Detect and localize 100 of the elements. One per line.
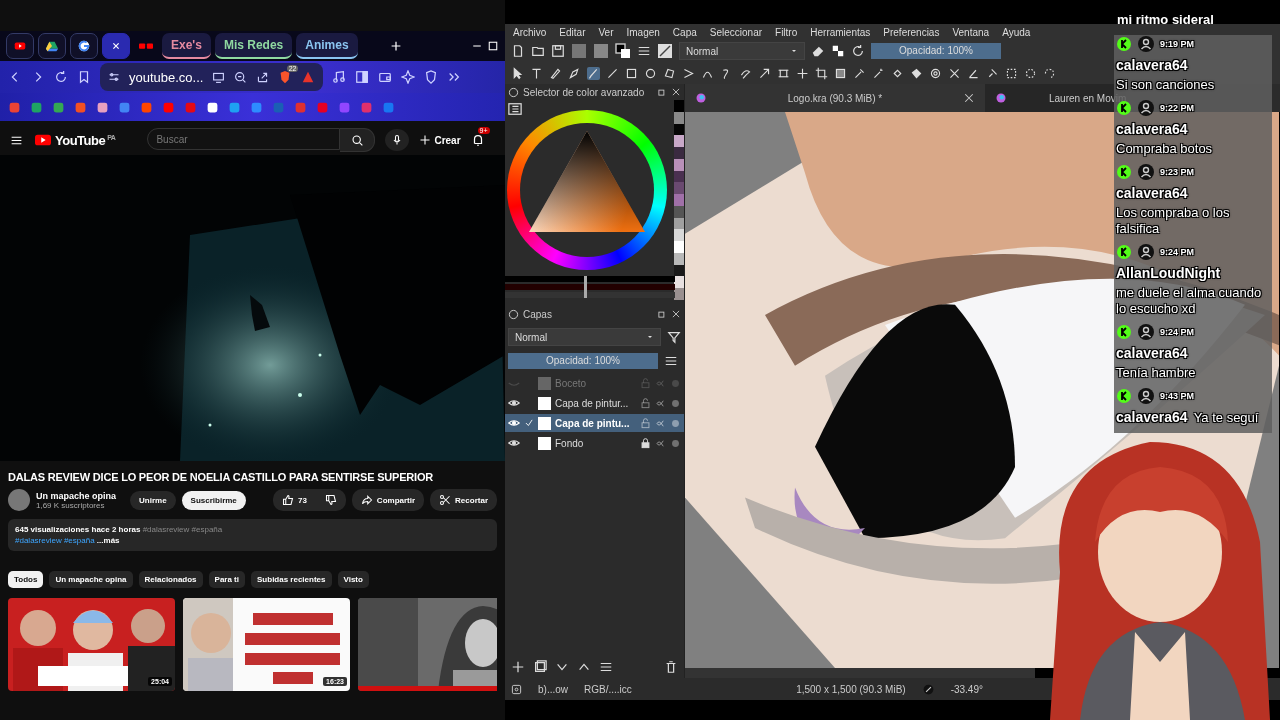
polyline-icon[interactable] <box>682 66 695 80</box>
color-swatch[interactable] <box>674 111 684 124</box>
reload-icon[interactable] <box>851 44 865 58</box>
layer-row[interactable]: Capa de pintur... <box>505 394 684 412</box>
browser-tab[interactable] <box>38 33 66 59</box>
document-tab[interactable]: Logo.kra (90.3 MiB) * <box>685 84 985 112</box>
color-swatch[interactable] <box>674 229 684 242</box>
layer-row[interactable]: Capa de pintu... <box>505 414 684 432</box>
filter-chip[interactable]: Todos <box>8 571 44 588</box>
ellipse-icon[interactable] <box>644 66 657 80</box>
filter-chip[interactable]: Para ti <box>208 571 245 588</box>
arrow-icon[interactable] <box>758 66 771 80</box>
clip-button[interactable]: Recortar <box>430 489 497 511</box>
rectangle-icon[interactable] <box>625 66 638 80</box>
color-swatch[interactable] <box>674 264 684 277</box>
menu-item[interactable]: Herramientas <box>810 26 871 38</box>
overflow-icon[interactable] <box>447 70 462 84</box>
brush-icon[interactable] <box>587 66 600 80</box>
sidebar-icon[interactable] <box>355 70 370 84</box>
list-icon[interactable] <box>508 102 522 116</box>
filter-icon[interactable] <box>667 330 681 344</box>
tab-group[interactable]: Animes <box>296 33 358 59</box>
eyedropper-icon[interactable] <box>853 66 866 80</box>
settings-icon[interactable] <box>511 683 522 695</box>
trash-icon[interactable] <box>664 660 678 674</box>
more-link[interactable]: ...más <box>96 536 120 545</box>
color-swatch[interactable] <box>674 123 684 136</box>
nib-icon[interactable] <box>568 66 581 80</box>
menu-item[interactable]: Ventana <box>952 26 990 38</box>
create-button[interactable]: Crear <box>419 134 461 146</box>
site-icon[interactable] <box>96 100 109 114</box>
vpn-shield-icon[interactable] <box>424 70 439 84</box>
channel-avatar[interactable] <box>8 489 30 511</box>
tab-group[interactable]: Mis Redes <box>214 33 293 59</box>
music-icon[interactable] <box>332 70 347 84</box>
rect-select-icon[interactable] <box>1005 66 1018 80</box>
close-icon[interactable] <box>671 309 681 319</box>
brush-preset-icon[interactable] <box>657 43 673 59</box>
add-icon[interactable] <box>511 660 525 674</box>
polygon-icon[interactable] <box>663 66 676 80</box>
site-icon[interactable] <box>30 100 43 114</box>
layer-opacity-slider[interactable]: Opacidad: 100% <box>508 353 658 369</box>
properties-icon[interactable] <box>599 660 613 674</box>
filter-chip[interactable]: Un mapache opina <box>49 571 133 588</box>
mic-button[interactable] <box>385 129 410 151</box>
gradient-icon[interactable] <box>834 66 847 80</box>
color-swatch[interactable] <box>674 147 684 159</box>
eye-icon[interactable] <box>508 397 520 409</box>
tab-group[interactable]: Exe's <box>162 33 211 59</box>
lasso-icon[interactable] <box>1043 66 1056 80</box>
menu-icon[interactable] <box>664 354 678 368</box>
crop-icon[interactable] <box>815 66 828 80</box>
menu-item[interactable]: Ver <box>598 26 614 38</box>
move-icon[interactable] <box>796 66 809 80</box>
duplicate-icon[interactable] <box>533 660 547 674</box>
unlock-icon[interactable] <box>640 397 651 409</box>
new-file-icon[interactable] <box>511 44 525 58</box>
wand-icon[interactable] <box>872 66 885 80</box>
menu-item[interactable]: Ayuda <box>1002 26 1031 38</box>
menu-item[interactable]: Archivo <box>513 26 547 38</box>
share-icon[interactable] <box>256 70 270 84</box>
subscribe-button[interactable]: Suscribirme <box>181 490 246 510</box>
sparkle-icon[interactable] <box>401 70 416 84</box>
wallet-icon[interactable] <box>378 70 393 84</box>
target-icon[interactable] <box>929 66 942 80</box>
filter-chip[interactable]: Visto <box>337 571 369 588</box>
color-swatch[interactable] <box>674 170 684 183</box>
scrollbar[interactable] <box>685 668 1035 678</box>
layer-blend-dropdown[interactable]: Normal <box>508 328 661 346</box>
pen-icon[interactable] <box>549 66 562 80</box>
color-swatch[interactable] <box>674 288 684 300</box>
menu-item[interactable]: Preferencias <box>883 26 940 38</box>
hashtag-link[interactable]: #dalasreview #españa <box>15 536 95 545</box>
bookmark-icon[interactable] <box>77 70 91 84</box>
color-swatch[interactable] <box>674 217 684 230</box>
close-icon[interactable] <box>963 92 975 104</box>
color-swatch[interactable] <box>674 100 684 112</box>
color-slider[interactable] <box>505 276 674 298</box>
color-swatch[interactable] <box>674 241 684 253</box>
pointer-icon[interactable] <box>511 66 524 80</box>
save-icon[interactable] <box>551 44 565 58</box>
eye-icon[interactable] <box>508 417 520 429</box>
settings-sliders-icon[interactable] <box>108 71 120 83</box>
rotation-icon[interactable] <box>921 682 935 696</box>
color-swap-icon[interactable] <box>615 43 631 59</box>
menu-item[interactable]: Seleccionar <box>709 26 763 38</box>
opacity-slider[interactable]: Opacidad: 100% <box>871 43 1001 59</box>
google-icon[interactable] <box>77 39 91 53</box>
eraser-icon[interactable] <box>811 44 825 58</box>
folder-icon[interactable] <box>531 44 545 58</box>
join-button[interactable]: Unirme <box>130 490 176 510</box>
maximize-icon[interactable] <box>487 40 499 52</box>
reload-icon[interactable] <box>54 70 68 84</box>
layer-row[interactable]: Fondo <box>505 434 684 452</box>
channel-name[interactable]: Un mapache opina <box>36 490 116 501</box>
color-swatch[interactable] <box>674 194 684 206</box>
menu-item[interactable]: Capa <box>672 26 697 38</box>
menu-item[interactable]: Imagen <box>626 26 660 38</box>
triangle-icon[interactable] <box>301 70 316 84</box>
description-box[interactable]: 645 visualizaciones hace 2 horas #dalasreview #españa #dalasreview #españa ...más <box>8 519 497 551</box>
